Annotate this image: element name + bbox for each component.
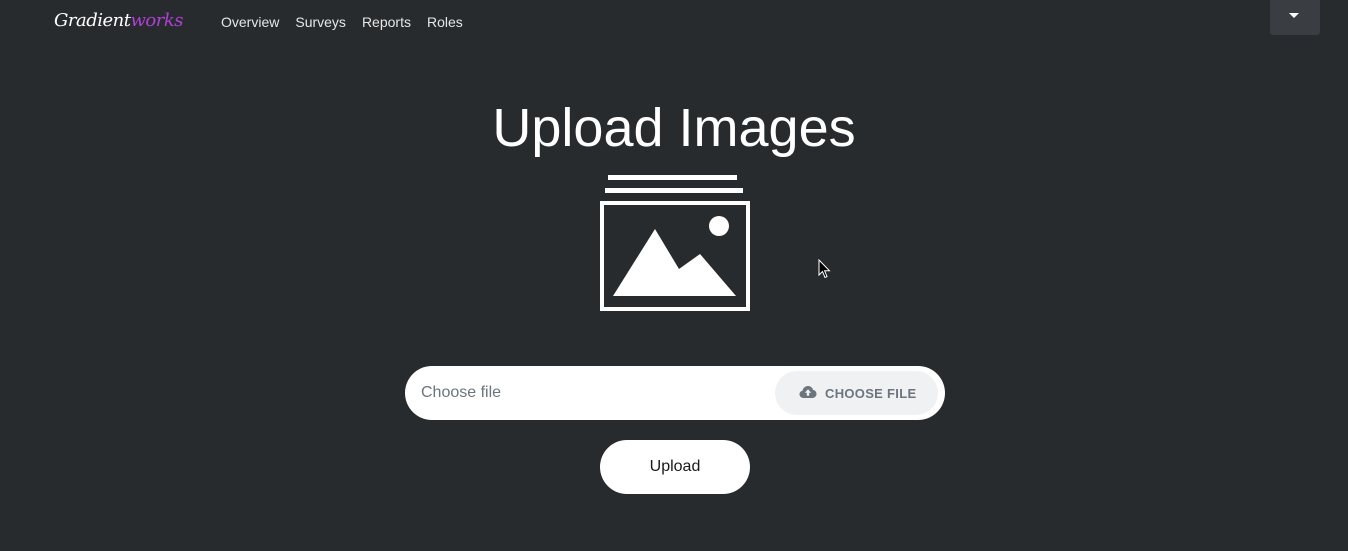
page-title: Upload Images [492, 98, 856, 158]
nav-link-roles[interactable]: Roles [427, 13, 463, 31]
nav-links: Overview Surveys Reports Roles [221, 13, 463, 31]
brand-logo[interactable]: Gradientworks [54, 9, 183, 33]
file-input[interactable]: Choose file CHOOSE FILE [405, 366, 945, 420]
nav-link-overview[interactable]: Overview [221, 13, 279, 31]
navbar: Gradientworks Overview Surveys Reports R… [0, 0, 1348, 44]
nav-link-surveys[interactable]: Surveys [295, 13, 346, 31]
mouse-cursor-icon [818, 259, 831, 279]
choose-file-button[interactable]: CHOOSE FILE [775, 371, 938, 415]
brand-logo-part1: Gradient [54, 10, 131, 31]
upload-button[interactable]: Upload [600, 440, 750, 494]
caret-down-icon [1289, 13, 1299, 18]
image-stack-icon [600, 175, 750, 311]
nav-link-reports[interactable]: Reports [362, 13, 411, 31]
cloud-upload-icon [799, 386, 817, 398]
choose-file-label: CHOOSE FILE [825, 386, 917, 401]
brand-logo-part2: works [130, 10, 183, 31]
user-dropdown-toggle[interactable] [1270, 0, 1320, 35]
file-input-placeholder: Choose file [421, 384, 502, 401]
